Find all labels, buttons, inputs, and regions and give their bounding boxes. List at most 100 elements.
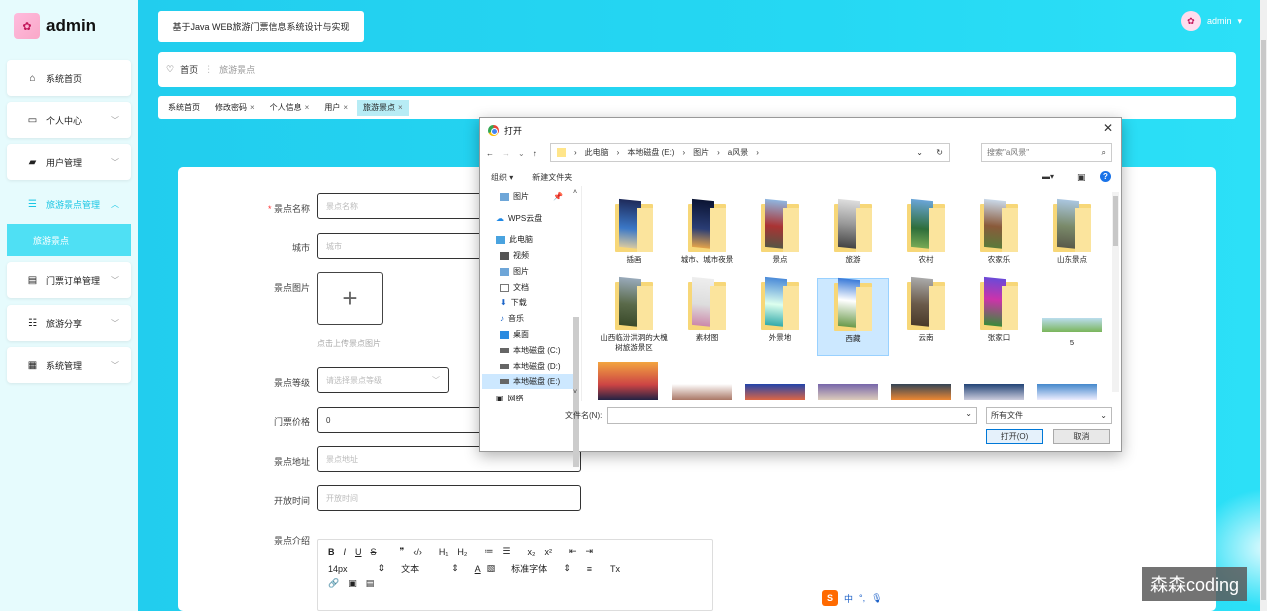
image-item[interactable]: 5 [1036, 278, 1108, 348]
close-icon[interactable]: × [343, 103, 348, 112]
image-icon[interactable]: ▣ [348, 578, 357, 589]
close-icon[interactable]: ✕ [1103, 121, 1113, 135]
underline-icon[interactable]: U [355, 547, 362, 557]
video-icon[interactable]: ▤ [366, 578, 375, 589]
rich-text-editor[interactable]: BIUS ❞ ‹/› H₁ H₂ ≔ ☰ x₂ x² ⇤ ⇥ 14px ⇕ 文本 ⇕ A ▧ 标… [317, 539, 713, 611]
tab-home[interactable]: 系统首页 [162, 100, 206, 116]
link-icon[interactable]: 🔗 [328, 578, 339, 589]
outdent-icon[interactable]: ⇤ [569, 546, 577, 557]
align-icon[interactable]: ≡ [587, 564, 592, 574]
path-segment[interactable]: 本地磁盘 (E:) [627, 147, 674, 158]
code-icon[interactable]: ‹/› [413, 547, 422, 557]
path-segment[interactable]: 图片 [693, 147, 709, 158]
image-thumbnail[interactable] [598, 362, 658, 400]
font-color-icon[interactable]: A [475, 564, 481, 574]
image-thumbnail[interactable] [964, 384, 1024, 400]
scroll-down-icon[interactable]: ˅ [573, 389, 577, 396]
font-family-select[interactable]: 标准字体 [511, 562, 547, 575]
sidebar-item-orders[interactable]: ▤ 门票订单管理 ﹀ [7, 262, 131, 298]
bullet-list-icon[interactable]: ☰ [502, 546, 510, 557]
forward-icon[interactable]: → [502, 149, 510, 158]
tree-item[interactable]: ⬇ 下载 [500, 297, 527, 308]
tree-item[interactable]: ▣ 网络 [496, 395, 524, 401]
address-bar[interactable]: › 此电脑 › 本地磁盘 (E:) › 图片 › a风景 › ⌄ ↻ [550, 143, 950, 162]
scrollbar-thumb[interactable] [1261, 40, 1266, 600]
h2-icon[interactable]: H₂ [457, 547, 467, 557]
image-thumbnail[interactable] [818, 384, 878, 400]
preview-pane-icon[interactable]: ▣ [1077, 172, 1086, 183]
subscript-icon[interactable]: x₂ [528, 547, 536, 557]
new-folder-button[interactable]: 新建文件夹 [532, 172, 572, 183]
folder-item[interactable]: 插画 [598, 198, 670, 265]
open-button[interactable]: 打开(O) [986, 429, 1043, 444]
back-icon[interactable]: ← [486, 149, 494, 158]
image-thumbnail[interactable] [745, 384, 805, 400]
folder-item[interactable]: 山西临汾洪洞的大槐树旅游景区 [598, 276, 670, 353]
view-options-icon[interactable]: ▬▾ [1042, 172, 1054, 181]
tab-attractions[interactable]: 旅游景点 × [357, 99, 409, 116]
cancel-button[interactable]: 取消 [1053, 429, 1110, 444]
page-scrollbar[interactable] [1260, 0, 1267, 611]
scroll-up-icon[interactable]: ˄ [573, 189, 577, 196]
quote-icon[interactable]: ❞ [400, 546, 405, 557]
help-icon[interactable]: ? [1100, 171, 1111, 182]
mic-icon[interactable]: 🎙 [871, 593, 882, 604]
open-time-input[interactable]: 开放时间 [317, 485, 581, 511]
filetype-select[interactable]: 所有文件 ⌄ [986, 407, 1112, 424]
italic-icon[interactable]: I [344, 547, 347, 557]
sidebar-item-attractions[interactable]: ☰ 旅游景点管理 ︿ [7, 186, 131, 222]
folder-item[interactable]: 农家乐 [963, 198, 1035, 265]
ime-mode[interactable]: 中 [844, 592, 853, 605]
folder-item[interactable]: 城市、城市夜景 [671, 198, 743, 265]
tree-item[interactable]: ☁ WPS云盘 [496, 213, 542, 224]
image-thumbnail[interactable] [1037, 384, 1097, 400]
tree-item[interactable]: 图片 [500, 266, 529, 277]
user-menu[interactable]: ✿ admin ▾ [1180, 11, 1242, 31]
folder-item[interactable]: 旅游 [817, 198, 889, 265]
tree-item[interactable]: 本地磁盘 (D:) [500, 361, 561, 372]
path-segment[interactable]: a风景 [728, 147, 748, 158]
tree-item[interactable]: 图片 📌 [500, 191, 563, 202]
bold-icon[interactable]: B [328, 547, 335, 557]
filename-input[interactable]: ⌄ [607, 407, 977, 424]
sidebar-subitem-attractions[interactable]: 旅游景点 [7, 224, 131, 256]
strike-icon[interactable]: S [371, 547, 377, 557]
chevron-down-icon[interactable]: ⌄ [916, 148, 923, 157]
tree-item[interactable]: 视频 [500, 250, 529, 261]
recent-icon[interactable]: ⌄ [518, 149, 525, 158]
ime-toolbar[interactable]: S 中 °, 🎙 [822, 590, 883, 606]
folder-item[interactable]: 云南 [890, 276, 962, 343]
chevron-down-icon[interactable]: ⌄ [965, 409, 972, 418]
folder-item-selected[interactable]: 西藏 [817, 277, 889, 356]
folder-item[interactable]: 农村 [890, 198, 962, 265]
folder-item[interactable]: 山东景点 [1036, 198, 1108, 265]
tree-item-selected[interactable]: 本地磁盘 (E:) [482, 374, 574, 389]
close-icon[interactable]: × [305, 103, 310, 112]
sidebar-item-users[interactable]: ▰ 用户管理 ﹀ [7, 144, 131, 180]
sidebar-item-system[interactable]: ▦ 系统管理 ﹀ [7, 347, 131, 383]
tab-profile[interactable]: 个人信息 × [264, 100, 316, 116]
upload-button[interactable]: + [317, 272, 383, 325]
indent-icon[interactable]: ⇥ [586, 546, 594, 557]
ordered-list-icon[interactable]: ≔ [484, 546, 493, 557]
refresh-icon[interactable]: ↻ [936, 148, 943, 157]
image-thumbnail[interactable] [672, 384, 732, 400]
path-segment[interactable]: 此电脑 [585, 147, 609, 158]
tree-item[interactable]: 桌面 [500, 329, 529, 340]
tab-password[interactable]: 修改密码 × [209, 100, 261, 116]
up-icon[interactable]: ↑ [533, 149, 537, 158]
h1-icon[interactable]: H₁ [439, 547, 449, 557]
organize-button[interactable]: 组织 ▾ [491, 172, 513, 183]
folder-item[interactable]: 外景地 [744, 276, 816, 343]
tab-user[interactable]: 用户 × [318, 100, 354, 116]
sidebar-item-profile[interactable]: ▭ 个人中心 ﹀ [7, 102, 131, 138]
close-icon[interactable]: × [250, 103, 255, 112]
level-select[interactable]: 请选择景点等级 ﹀ [317, 367, 449, 393]
font-size-select[interactable]: 14px [328, 564, 348, 574]
tree-item[interactable]: 此电脑 [496, 234, 533, 245]
bg-color-icon[interactable]: ▧ [487, 563, 496, 574]
sidebar-item-home[interactable]: ⌂ 系统首页 [7, 60, 131, 96]
tree-item[interactable]: ♪ 音乐 [500, 313, 524, 324]
tree-item[interactable]: 本地磁盘 (C:) [500, 345, 561, 356]
scrollbar-thumb[interactable] [1113, 196, 1118, 246]
